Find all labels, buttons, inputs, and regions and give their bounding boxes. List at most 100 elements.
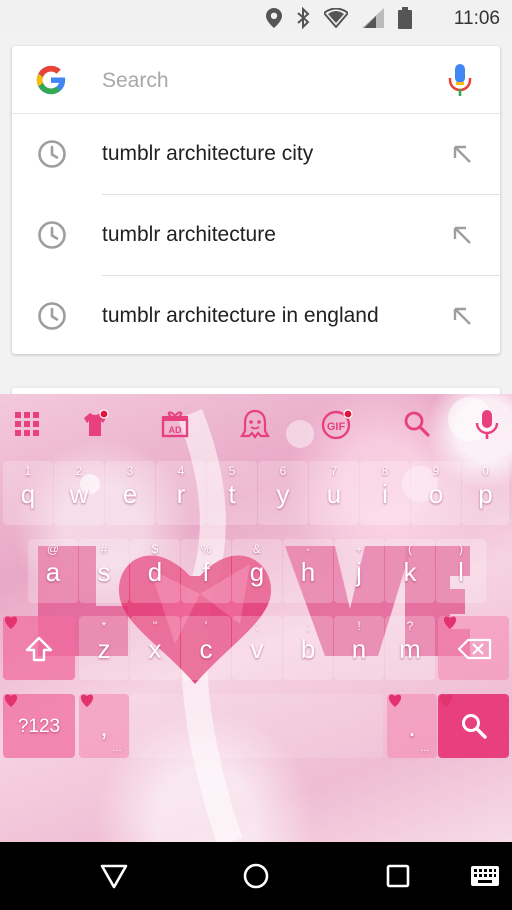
wifi-icon (324, 8, 348, 28)
grid-menu-icon[interactable] (12, 409, 42, 439)
key-r[interactable]: 4r (156, 461, 206, 525)
key-label: j (356, 557, 362, 587)
key-o[interactable]: 9o (411, 461, 461, 525)
key-x[interactable]: " x (130, 616, 180, 680)
key-p[interactable]: 0p (462, 461, 509, 525)
key-label: , (100, 712, 108, 742)
key-v[interactable]: :v (232, 616, 282, 680)
key-hint: 4 (177, 464, 185, 478)
heart-decoration-icon (388, 694, 402, 707)
key-hint: ( (408, 542, 412, 556)
mic-icon[interactable] (448, 64, 472, 96)
key-hint: 2 (75, 464, 83, 478)
key-u[interactable]: 7u (309, 461, 359, 525)
key-j[interactable]: + j (334, 539, 384, 603)
key-y[interactable]: 6y (258, 461, 308, 525)
key-label: u (326, 479, 342, 509)
key-hint: $ (151, 542, 159, 556)
key-h[interactable]: -h (283, 539, 333, 603)
fill-arrow-icon[interactable] (450, 142, 474, 166)
key-l[interactable]: ) l (436, 539, 486, 603)
key-e[interactable]: 3e (105, 461, 155, 525)
recents-icon[interactable] (382, 860, 414, 892)
key-k[interactable]: (k (385, 539, 435, 603)
key-t[interactable]: 5t (207, 461, 257, 525)
key-hint: 1 (24, 464, 32, 478)
key-hint: 9 (432, 464, 440, 478)
search-card: tumblr architecture city tumblr architec… (12, 46, 500, 354)
space-key[interactable] (130, 694, 383, 758)
more-dots: … (112, 743, 123, 754)
fill-arrow-icon[interactable] (450, 304, 474, 328)
key-i[interactable]: 8i (360, 461, 410, 525)
key-hint: - (306, 542, 310, 556)
suggestion-item[interactable]: tumblr architecture in england (12, 276, 500, 357)
search-icon (462, 714, 487, 739)
key-b[interactable]: ; b (283, 616, 333, 680)
search-icon[interactable] (402, 409, 432, 439)
key-q[interactable]: 1q (3, 461, 53, 525)
key-label: r (176, 479, 186, 509)
more-dots: … (420, 743, 431, 754)
key-c[interactable]: ' c (181, 616, 231, 680)
key-a[interactable]: @ a (28, 539, 78, 603)
status-bar: 11:06 (0, 0, 512, 36)
search-input[interactable] (102, 66, 422, 96)
key-label: y (276, 479, 290, 509)
suggestion-text: tumblr architecture in england (102, 304, 379, 327)
key-w[interactable]: 2w (54, 461, 104, 525)
key-d[interactable]: $ d (130, 539, 180, 603)
suggestion-text: tumblr architecture (102, 223, 276, 246)
key-hint: + (355, 542, 363, 556)
home-icon[interactable] (240, 860, 272, 892)
history-clock-icon (38, 221, 66, 249)
heart-decoration-icon (4, 616, 18, 629)
status-icons (266, 6, 412, 30)
back-icon[interactable] (98, 860, 130, 892)
heart-decoration-icon (4, 694, 18, 707)
key-label: s (97, 557, 111, 587)
key-m[interactable]: ? m (385, 616, 435, 680)
key-label: k (403, 557, 417, 587)
suggestion-item[interactable]: tumblr architecture city (12, 114, 500, 195)
history-clock-icon (38, 302, 66, 330)
heart-decoration-icon (439, 694, 453, 707)
key-label: c (199, 634, 213, 664)
suggestion-item[interactable]: tumblr architecture (12, 195, 500, 276)
fill-arrow-icon[interactable] (450, 223, 474, 247)
key-label: o (428, 479, 444, 509)
ghost-sticker-icon[interactable] (240, 409, 270, 439)
shirt-theme-icon[interactable] (80, 409, 110, 439)
key-hint: * (101, 619, 107, 633)
key-hint: 3 (126, 464, 134, 478)
key-label: e (122, 479, 138, 509)
key-s[interactable]: # s (79, 539, 129, 603)
history-clock-icon (38, 140, 66, 168)
key-f[interactable]: % f (181, 539, 231, 603)
key-g[interactable]: & g (232, 539, 282, 603)
signal-icon (362, 8, 384, 28)
key-label: i (382, 479, 388, 509)
heart-decoration-icon (443, 616, 457, 629)
key-hint: ? (406, 619, 414, 633)
key-n[interactable]: ! n (334, 616, 384, 680)
key-hint: % (200, 542, 212, 556)
key-label: g (249, 557, 265, 587)
key-label: t (228, 479, 236, 509)
key-hint: ) (459, 542, 463, 556)
key-label: h (300, 557, 316, 587)
key-z[interactable]: * z (79, 616, 129, 680)
google-logo (36, 65, 66, 95)
heart-decoration-icon (80, 694, 94, 707)
gif-icon[interactable]: GIF (320, 409, 354, 439)
key-label: f (202, 557, 210, 587)
ad-gift-icon[interactable]: AD (160, 409, 190, 439)
key-hint: 6 (279, 464, 287, 478)
key-label: p (478, 479, 493, 509)
key-label: q (20, 479, 36, 509)
key-hint: ' (204, 619, 208, 633)
mic-icon[interactable] (472, 409, 502, 439)
keyboard-switch-icon[interactable] (470, 860, 500, 892)
key-label: w (69, 479, 89, 509)
backspace-icon (458, 638, 492, 660)
